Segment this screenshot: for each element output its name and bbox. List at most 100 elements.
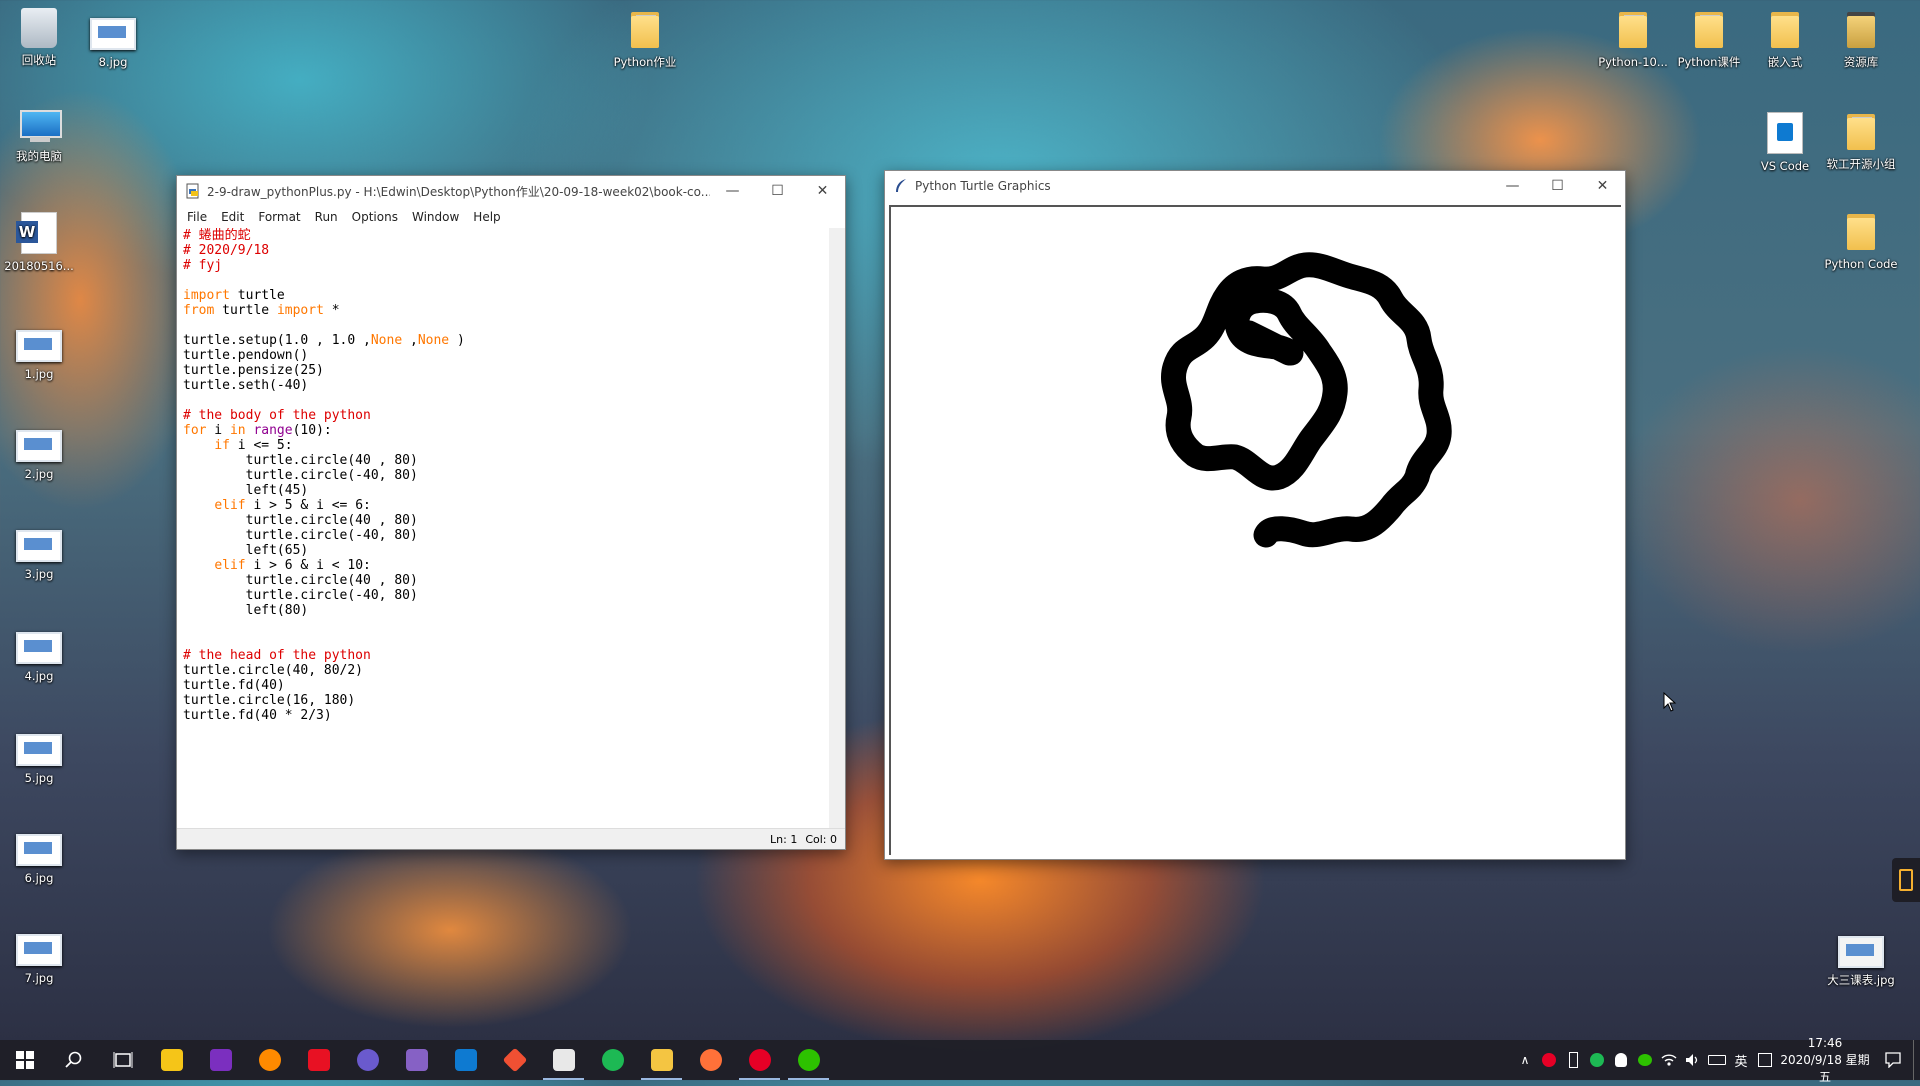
minimize-button[interactable]: — bbox=[1490, 171, 1535, 201]
desktop-icon-label: 大三课表.jpg bbox=[1827, 973, 1895, 987]
taskbar-app-xmind[interactable] bbox=[294, 1040, 343, 1080]
minimize-button[interactable]: — bbox=[710, 176, 755, 206]
turtle-titlebar[interactable]: Python Turtle Graphics — ☐ ✕ bbox=[885, 171, 1625, 201]
windows-icon bbox=[15, 1051, 34, 1069]
desktop-icon-label: 7.jpg bbox=[24, 971, 54, 985]
code-token: turtle.circle(40, 80/2) bbox=[183, 663, 364, 678]
code-line: if i <= 5: bbox=[183, 438, 829, 453]
keyboard-layout-icon[interactable] bbox=[1753, 1040, 1777, 1080]
desktop-icon-schedule-jpg[interactable]: 大三课表.jpg bbox=[1824, 936, 1898, 988]
editor-menubar: File Edit Format Run Options Window Help bbox=[177, 206, 845, 228]
menu-run[interactable]: Run bbox=[308, 210, 345, 224]
code-token: None bbox=[370, 333, 403, 348]
usb-tray-icon[interactable] bbox=[1561, 1040, 1585, 1080]
menu-options[interactable]: Options bbox=[345, 210, 405, 224]
desktop-icon-7-jpg[interactable]: 7.jpg bbox=[2, 934, 76, 986]
desktop-icon-resource-library[interactable]: 资源库 bbox=[1824, 10, 1898, 70]
desktop-icon-5-jpg[interactable]: 5.jpg bbox=[2, 734, 76, 786]
desktop-icon-python-code[interactable]: Python Code bbox=[1824, 212, 1898, 272]
code-token: # fyj bbox=[183, 258, 223, 273]
vs-code-shortcut-icon bbox=[1767, 112, 1803, 154]
close-button[interactable]: ✕ bbox=[1580, 171, 1625, 201]
desktop-icon-python-10[interactable]: Python-10... bbox=[1596, 10, 1670, 70]
search-button[interactable] bbox=[49, 1040, 98, 1080]
menu-edit[interactable]: Edit bbox=[214, 210, 251, 224]
code-line: left(65) bbox=[183, 543, 829, 558]
code-token: elif bbox=[214, 498, 246, 513]
maximize-button[interactable]: ☐ bbox=[1535, 171, 1580, 201]
code-line: from turtle import * bbox=[183, 303, 829, 318]
code-line: turtle.circle(40, 80/2) bbox=[183, 663, 829, 678]
volume-icon[interactable] bbox=[1681, 1040, 1705, 1080]
desktop-icon-embedded[interactable]: 嵌入式 bbox=[1748, 10, 1822, 70]
code-line: import turtle bbox=[183, 288, 829, 303]
folder-icon bbox=[1844, 112, 1878, 152]
code-token: # the body of the python bbox=[183, 408, 371, 423]
taskbar-app-git[interactable] bbox=[490, 1040, 539, 1080]
taskbar-app-browser[interactable] bbox=[343, 1040, 392, 1080]
maximize-button[interactable]: ☐ bbox=[755, 176, 800, 206]
menu-file[interactable]: File bbox=[180, 210, 214, 224]
code-token: i > 5 & i <= 6: bbox=[245, 498, 371, 513]
vertical-scrollbar[interactable] bbox=[829, 228, 845, 829]
input-method-indicator[interactable]: 英 bbox=[1729, 1040, 1753, 1080]
menu-window[interactable]: Window bbox=[405, 210, 466, 224]
show-desktop-button[interactable] bbox=[1913, 1040, 1920, 1080]
desktop-icon-word-doc[interactable]: W 20180516... bbox=[2, 212, 76, 274]
show-hidden-icons-button[interactable]: ∧ bbox=[1513, 1040, 1537, 1080]
action-center-icon[interactable] bbox=[1873, 1040, 1913, 1080]
image-file-icon bbox=[16, 734, 62, 766]
close-button[interactable]: ✕ bbox=[800, 176, 845, 206]
desktop-icon-6-jpg[interactable]: 6.jpg bbox=[2, 834, 76, 886]
code-editor[interactable]: # 蜷曲的蛇 # 2020/9/18 # fyj import turtle from … bbox=[183, 228, 829, 829]
code-line: # 蜷曲的蛇 bbox=[183, 228, 829, 243]
desktop-icon-my-computer[interactable]: 我的电脑 bbox=[2, 110, 76, 164]
clock[interactable]: 17:46 2020/9/18 星期五 bbox=[1777, 1035, 1873, 1086]
taskbar-app-file-explorer[interactable] bbox=[637, 1040, 686, 1080]
taskbar-app-vs-code[interactable] bbox=[441, 1040, 490, 1080]
qq-tray-icon[interactable] bbox=[1609, 1040, 1633, 1080]
wechat-tray-icon[interactable] bbox=[1633, 1040, 1657, 1080]
turtle-graphics-window[interactable]: Python Turtle Graphics — ☐ ✕ bbox=[884, 170, 1626, 860]
sticky-notes-icon bbox=[160, 1049, 183, 1071]
code-token: i bbox=[206, 423, 230, 438]
folder-icon bbox=[1616, 10, 1650, 50]
desktop-icon-2-jpg[interactable]: 2.jpg bbox=[2, 430, 76, 482]
side-widget[interactable] bbox=[1892, 858, 1920, 902]
menu-format[interactable]: Format bbox=[251, 210, 307, 224]
image-file-icon bbox=[1838, 936, 1884, 968]
desktop-icon-recycle-bin[interactable]: 回收站 bbox=[2, 8, 76, 68]
desktop-icon-soft-eng-group[interactable]: 软工开源小组 bbox=[1824, 112, 1898, 172]
editor-titlebar[interactable]: 2-9-draw_pythonPlus.py - H:\Edwin\Deskto… bbox=[177, 176, 845, 206]
code-token: in bbox=[229, 423, 246, 438]
code-line: turtle.circle(-40, 80) bbox=[183, 528, 829, 543]
taskbar-app-onenote[interactable] bbox=[196, 1040, 245, 1080]
taskbar-app-wechat[interactable] bbox=[784, 1040, 833, 1080]
desktop-icon-1-jpg[interactable]: 1.jpg bbox=[2, 330, 76, 382]
taskbar-app-visual-studio[interactable] bbox=[392, 1040, 441, 1080]
desktop-icon-4-jpg[interactable]: 4.jpg bbox=[2, 632, 76, 684]
image-file-icon bbox=[90, 18, 136, 50]
netease-tray-icon[interactable] bbox=[1537, 1040, 1561, 1080]
taskbar-app-netease-music[interactable] bbox=[735, 1040, 784, 1080]
network-icon[interactable] bbox=[1657, 1040, 1681, 1080]
taskbar-app-idle[interactable] bbox=[539, 1040, 588, 1080]
code-line: turtle.seth(-40) bbox=[183, 378, 829, 393]
task-view-button[interactable] bbox=[98, 1040, 147, 1080]
taskbar-app-firefox[interactable] bbox=[686, 1040, 735, 1080]
music-tray-icon[interactable] bbox=[1585, 1040, 1609, 1080]
code-token: import bbox=[276, 303, 324, 318]
desktop-icon-python-homework[interactable]: Python作业 bbox=[608, 10, 682, 70]
desktop-icon-python-courseware[interactable]: Python课件 bbox=[1672, 10, 1746, 70]
taskbar-app-sticky-notes[interactable] bbox=[147, 1040, 196, 1080]
taskbar-app-spotify[interactable] bbox=[588, 1040, 637, 1080]
battery-tray-icon[interactable] bbox=[1705, 1040, 1729, 1080]
menu-help[interactable]: Help bbox=[466, 210, 507, 224]
desktop-icon-8-jpg[interactable]: 8.jpg bbox=[76, 18, 150, 70]
desktop-icon-3-jpg[interactable]: 3.jpg bbox=[2, 530, 76, 582]
taskbar-app-search-tool[interactable] bbox=[245, 1040, 294, 1080]
desktop-icon-vs-code[interactable]: VS Code bbox=[1748, 112, 1822, 174]
idle-editor-window[interactable]: 2-9-draw_pythonPlus.py - H:\Edwin\Deskto… bbox=[176, 175, 846, 850]
start-button[interactable] bbox=[0, 1040, 49, 1080]
